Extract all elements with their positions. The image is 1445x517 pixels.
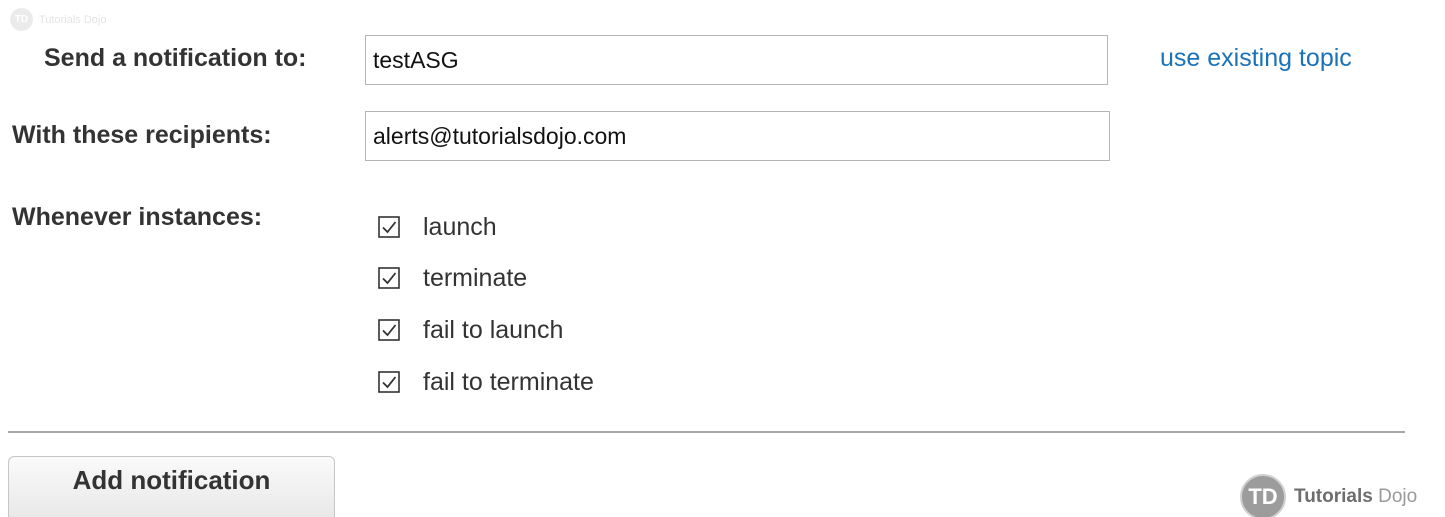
instances-label: Whenever instances:	[12, 203, 263, 231]
brand-logo: TD Tutorials Dojo	[1240, 474, 1417, 517]
checkbox-checked-icon[interactable]	[378, 371, 400, 393]
option-label: fail to launch	[423, 315, 564, 344]
brand-name: Tutorials Dojo	[1294, 486, 1417, 508]
checkbox-checked-icon[interactable]	[378, 319, 400, 341]
watermark-top: TD Tutorials Dojo	[10, 8, 106, 31]
add-notification-button[interactable]: Add notification	[8, 456, 335, 517]
send-notification-label: Send a notification to:	[44, 44, 307, 72]
brand-logo-icon: TD	[1240, 474, 1286, 517]
brand-name-primary: Tutorials	[1294, 486, 1373, 507]
recipients-email-input[interactable]	[365, 111, 1110, 161]
watermark-logo-icon: TD	[10, 8, 33, 31]
option-label: terminate	[423, 263, 528, 292]
section-divider	[8, 431, 1405, 433]
option-terminate[interactable]: terminate	[378, 262, 527, 294]
option-launch[interactable]: launch	[378, 211, 497, 243]
watermark-text: Tutorials Dojo	[39, 13, 107, 26]
notification-form-page: TD Tutorials Dojo Send a notification to…	[0, 0, 1445, 517]
option-label: launch	[423, 212, 497, 241]
topic-name-input[interactable]	[365, 35, 1108, 85]
option-label: fail to terminate	[423, 367, 594, 396]
use-existing-topic-link[interactable]: use existing topic	[1160, 44, 1352, 73]
recipients-label: With these recipients:	[12, 121, 272, 149]
option-fail-to-terminate[interactable]: fail to terminate	[378, 366, 594, 398]
checkbox-checked-icon[interactable]	[378, 267, 400, 289]
brand-name-secondary: Dojo	[1378, 486, 1418, 507]
checkbox-checked-icon[interactable]	[378, 216, 400, 238]
option-fail-to-launch[interactable]: fail to launch	[378, 314, 563, 346]
